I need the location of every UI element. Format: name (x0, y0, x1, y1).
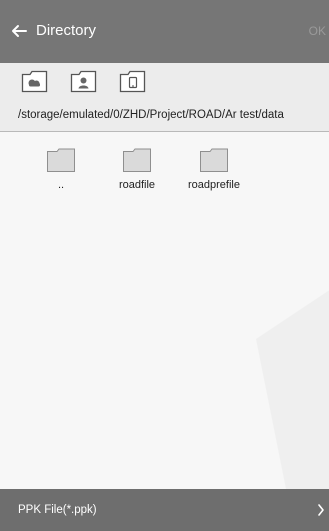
watermark-logo (256, 290, 329, 489)
page-title: Directory (36, 22, 97, 39)
folder-item-parent[interactable]: .. (25, 147, 95, 207)
file-type-filter[interactable]: PPK File(*.ppk) (0, 489, 329, 531)
current-path: /storage/emulated/0/ZHD/Project/ROAD/Ar … (18, 109, 284, 121)
chevron-right-icon[interactable] (317, 504, 325, 516)
folder-icon (200, 148, 228, 172)
folder-icon (123, 148, 151, 172)
device-folder-icon[interactable] (119, 68, 146, 93)
file-type-label: PPK File(*.ppk) (18, 504, 97, 516)
folder-icon (47, 148, 75, 172)
folder-name: .. (57, 179, 65, 191)
cloud-folder-icon[interactable] (21, 68, 48, 93)
file-list: .. roadfile roadprefile (0, 132, 329, 489)
folder-item-roadfile[interactable]: roadfile (101, 147, 171, 207)
user-folder-icon[interactable] (70, 68, 97, 93)
shortcut-bar (0, 63, 329, 102)
app-header: Directory OK (0, 0, 329, 63)
path-bar: /storage/emulated/0/ZHD/Project/ROAD/Ar … (0, 101, 329, 132)
folder-item-roadprefile[interactable]: roadprefile (178, 147, 248, 207)
ok-button[interactable]: OK (309, 24, 326, 38)
folder-name: roadfile (118, 179, 156, 191)
folder-name: roadprefile (188, 179, 240, 191)
arrow-left-icon[interactable] (10, 22, 28, 40)
